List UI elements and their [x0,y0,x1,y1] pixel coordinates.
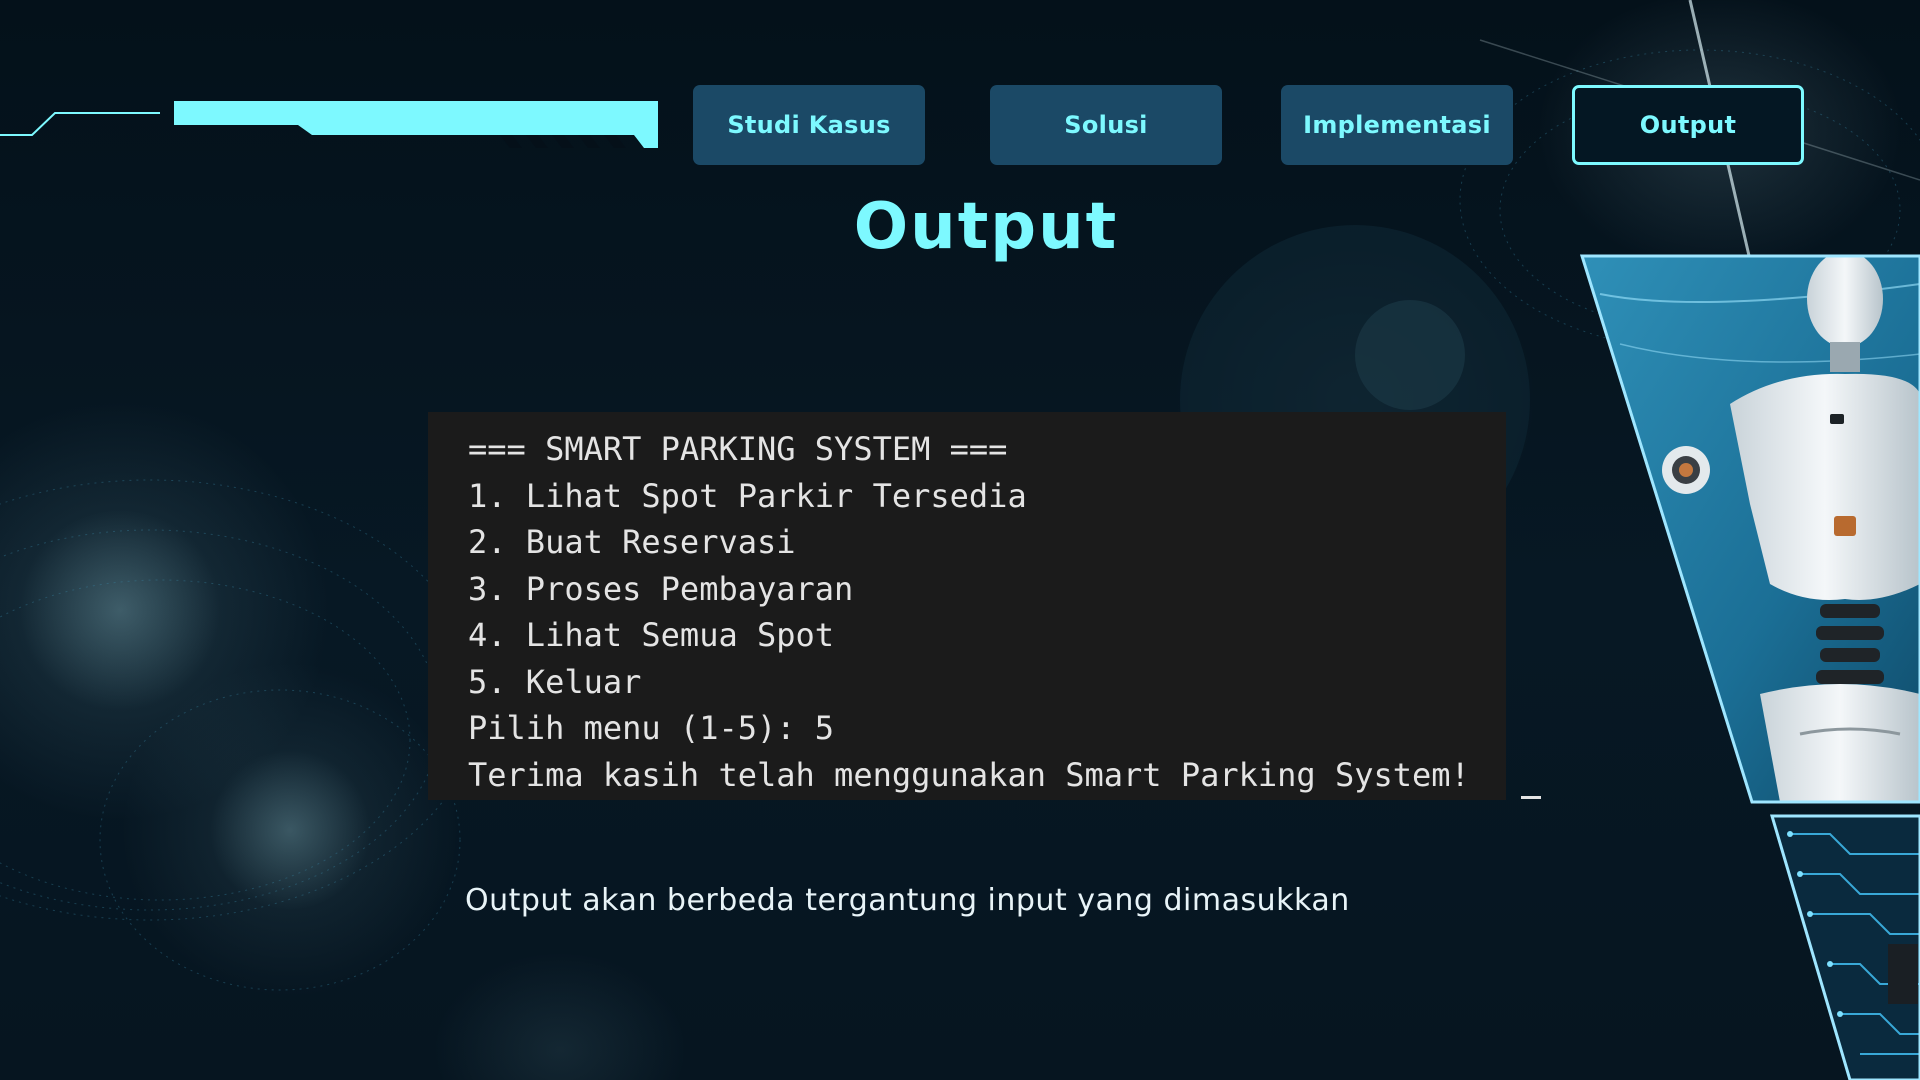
terminal-line: 1. Lihat Spot Parkir Tersedia [468,476,1027,515]
robot-image [1580,254,1920,804]
circuit-board-image [1770,814,1920,1080]
tab-studi-kasus[interactable]: Studi Kasus [693,85,925,165]
tab-implementasi[interactable]: Implementasi [1281,85,1513,165]
terminal-line: Pilih menu (1-5): 5 [468,709,835,747]
header-bar-decoration [0,101,658,148]
terminal-output: === SMART PARKING SYSTEM === 1. Lihat Sp… [428,412,1541,800]
tab-solusi[interactable]: Solusi [990,85,1222,165]
text-cursor [1521,796,1541,799]
terminal-line: Terima kasih telah menggunakan Smart Par… [468,755,1470,794]
tab-output[interactable]: Output [1572,85,1804,165]
terminal-line: 3. Proses Pembayaran [468,569,854,608]
caption-text: Output akan berbeda tergantung input yan… [465,883,1350,918]
terminal-line: 2. Buat Reservasi [468,523,796,561]
page-title: Output [853,190,1119,264]
slide: Studi Kasus Solusi Implementasi Output O… [0,0,1920,1080]
terminal-line: === SMART PARKING SYSTEM === [468,430,1008,468]
terminal-line: 5. Keluar [468,662,642,701]
terminal-line: 4. Lihat Semua Spot [468,616,835,654]
